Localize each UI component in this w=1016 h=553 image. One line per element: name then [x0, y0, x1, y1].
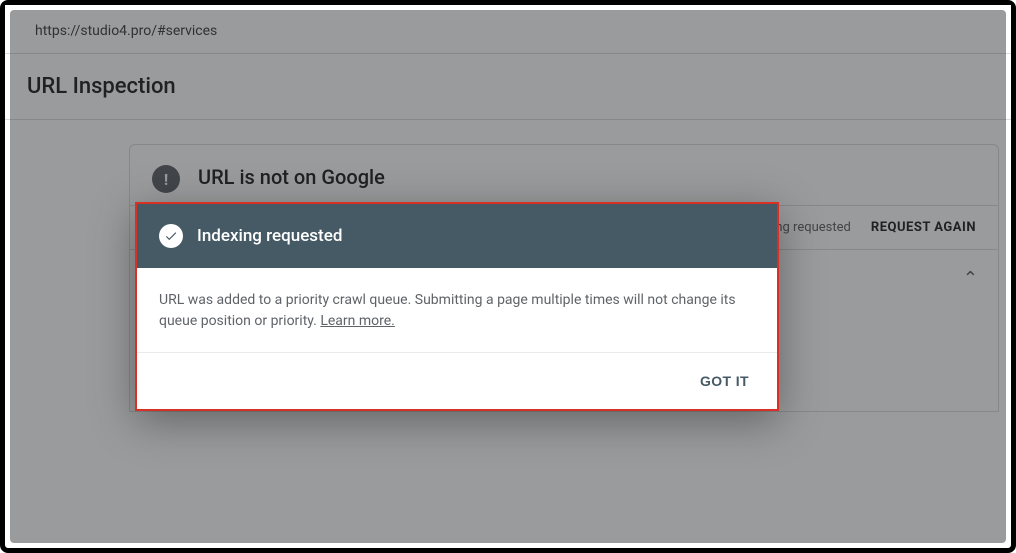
dialog-title: Indexing requested — [197, 226, 342, 246]
check-circle-icon — [159, 224, 183, 248]
dialog-body: URL was added to a priority crawl queue.… — [137, 268, 777, 353]
dialog-actions: GOT IT — [137, 353, 777, 409]
learn-more-link[interactable]: Learn more. — [320, 313, 395, 329]
indexing-requested-dialog: Indexing requested URL was added to a pr… — [135, 202, 779, 411]
got-it-button[interactable]: GOT IT — [692, 367, 757, 395]
dialog-header: Indexing requested — [137, 204, 777, 268]
dialog-body-text: URL was added to a priority crawl queue.… — [159, 292, 736, 329]
